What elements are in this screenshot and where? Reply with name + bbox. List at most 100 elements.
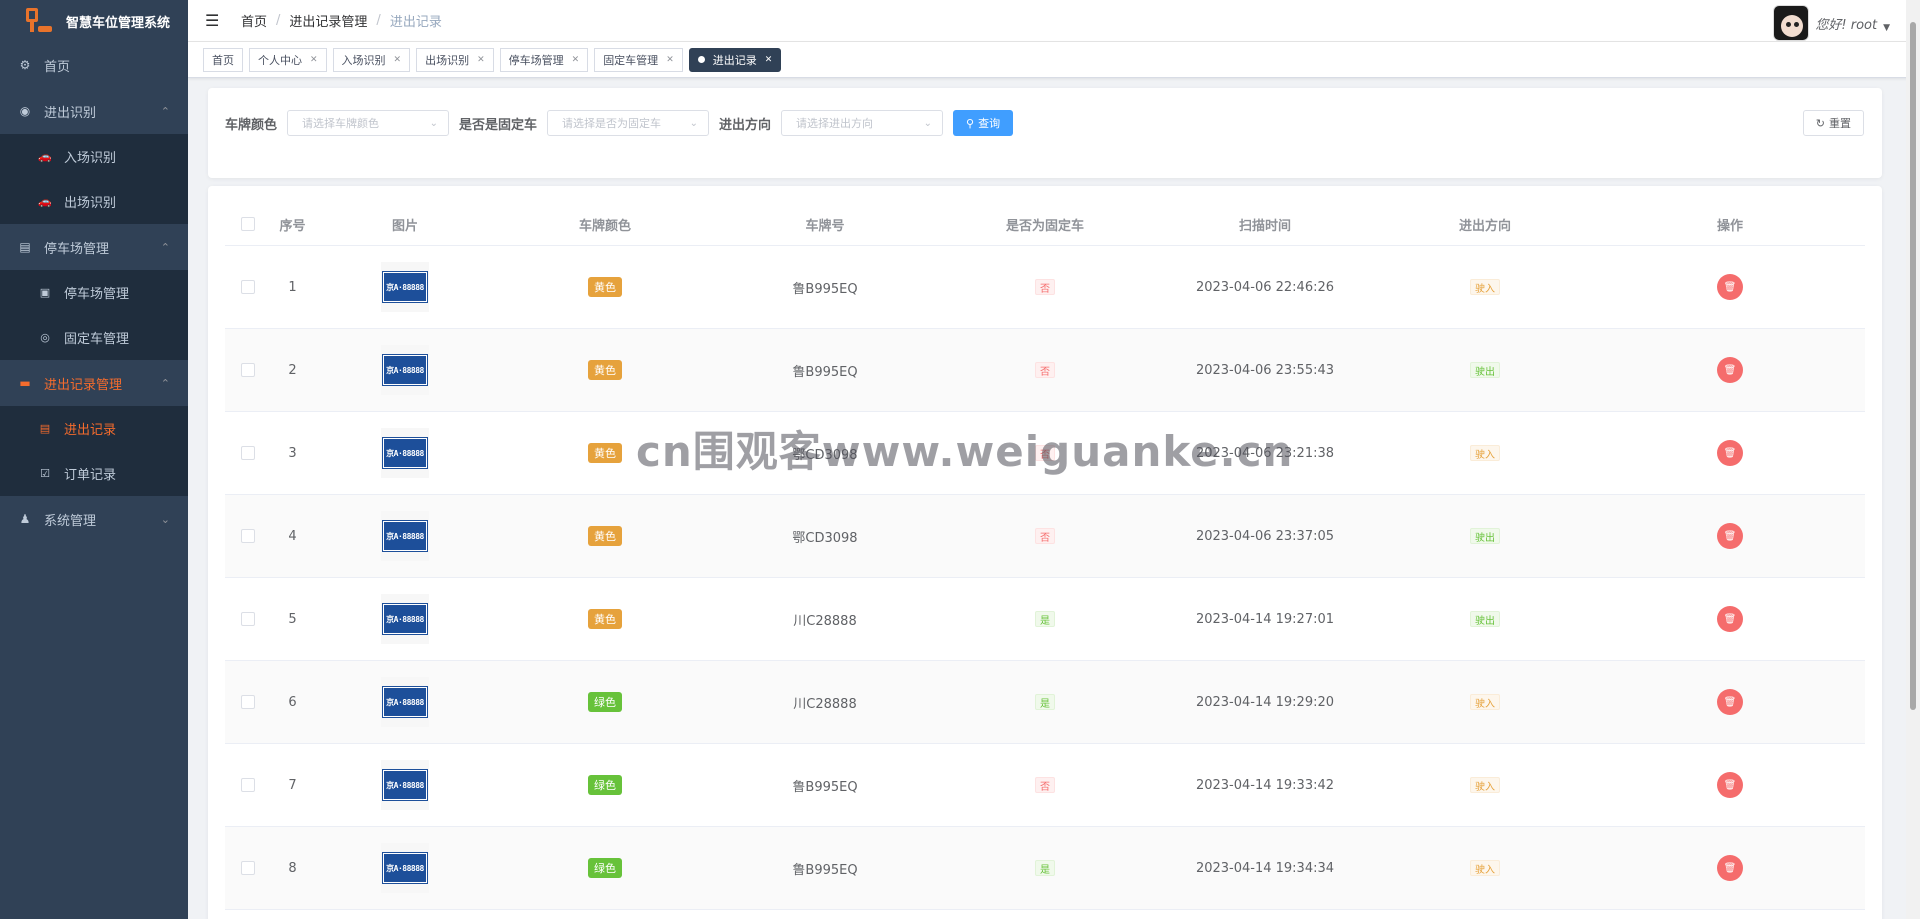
sidebar-item-label: 进出识别: [44, 105, 97, 121]
row-checkbox[interactable]: [240, 446, 255, 460]
scrollbar[interactable]: [1906, 0, 1920, 919]
table-row: 1 京A·88888 黄色 鲁B995EQ 否 2023-04-06 22:46:26 驶入…: [225, 246, 1865, 329]
row-checkbox[interactable]: [240, 363, 255, 377]
plate-image[interactable]: 京A·88888: [381, 843, 429, 893]
sidebar-item-system[interactable]: ♟ 系统管理 ⌄: [0, 496, 188, 542]
plate-image[interactable]: 京A·88888: [381, 760, 429, 810]
tab-label: 进出记录: [712, 53, 757, 67]
close-icon[interactable]: ✕: [572, 55, 580, 65]
plate-color-badge: 黄色: [588, 526, 622, 546]
delete-button[interactable]: 🗑: [1717, 855, 1743, 881]
breadcrumb-current: 进出记录: [389, 15, 442, 30]
tab-label: 停车场管理: [508, 53, 564, 67]
row-index: 4: [288, 528, 297, 544]
delete-button[interactable]: 🗑: [1717, 606, 1743, 632]
tab-profile[interactable]: 个人中心 ✕: [249, 47, 327, 72]
plate-color-select[interactable]: 请选择车牌颜色 ⌄: [287, 110, 450, 136]
row-checkbox[interactable]: [240, 529, 255, 543]
trash-icon: 🗑: [1723, 613, 1737, 625]
sidebar-item-recognition[interactable]: ◉ 进出识别 ⌃: [0, 88, 188, 134]
list-icon: ▤: [39, 422, 51, 435]
table-row: 5 京A·88888 黄色 川C28888 是 2023-04-14 19:27:01 驶出…: [225, 578, 1865, 661]
sidebar-item-entry-recognition[interactable]: 🚗 入场识别: [0, 134, 188, 179]
close-icon[interactable]: ✕: [666, 55, 674, 65]
sidebar-item-parking-lot[interactable]: ▣ 停车场管理: [0, 270, 188, 315]
plate-image-text: 京A·88888: [382, 437, 428, 469]
delete-button[interactable]: 🗑: [1717, 523, 1743, 549]
tab-access-records[interactable]: 进出记录 ✕: [688, 47, 782, 72]
close-icon[interactable]: ✕: [394, 55, 402, 65]
breadcrumb-records-management[interactable]: 进出记录管理: [289, 11, 367, 30]
row-index: 3: [288, 445, 297, 461]
sidebar: 智慧车位管理系统 ⚙ 首页 ◉ 进出识别 ⌃ 🚗 入场识别 🚗 出场识别 ▤ 停…: [0, 0, 188, 919]
direction-tag: 驶出: [1470, 528, 1500, 544]
sidebar-item-access-records[interactable]: ▤ 进出记录: [0, 406, 188, 451]
direction-tag: 驶出: [1470, 611, 1500, 627]
active-dot-icon: [697, 56, 705, 63]
delete-button[interactable]: 🗑: [1717, 274, 1743, 300]
fixed-car-select[interactable]: 请选择是否为固定车 ⌄: [547, 110, 710, 136]
direction-tag: 驶入: [1470, 860, 1500, 876]
tab-exit-recognition[interactable]: 出场识别 ✕: [416, 47, 494, 72]
hamburger-icon[interactable]: ☰: [205, 11, 221, 30]
sidebar-item-home[interactable]: ⚙ 首页: [0, 42, 188, 88]
chevron-up-icon: ⌃: [160, 104, 170, 118]
delete-button[interactable]: 🗑: [1717, 772, 1743, 798]
parking-icon: ▣: [39, 286, 51, 299]
sidebar-item-exit-recognition[interactable]: 🚗 出场识别: [0, 179, 188, 224]
row-checkbox[interactable]: [240, 280, 255, 294]
tab-fixed-car[interactable]: 固定车管理 ✕: [594, 47, 683, 72]
tab-entry-recognition[interactable]: 入场识别 ✕: [332, 47, 411, 72]
chevron-down-icon: ⌄: [429, 117, 439, 129]
plate-image[interactable]: 京A·88888: [381, 345, 429, 395]
caret-down-icon[interactable]: ▼: [1883, 23, 1890, 33]
row-checkbox[interactable]: [240, 861, 255, 875]
breadcrumb-home[interactable]: 首页: [241, 11, 267, 30]
row-index: 5: [288, 611, 297, 627]
plate-image[interactable]: 京A·88888: [381, 511, 429, 561]
fixed-car-tag: 是: [1035, 694, 1055, 710]
scan-time: 2023-04-06 23:55:43: [1195, 362, 1335, 378]
avatar[interactable]: [1773, 5, 1810, 41]
watermark: cn围观客www.weiguanke.cn: [636, 427, 1294, 476]
target-icon: ◎: [40, 331, 50, 344]
plate-image[interactable]: 京A·88888: [381, 262, 429, 312]
tab-parking-management[interactable]: 停车场管理 ✕: [499, 47, 589, 72]
row-checkbox[interactable]: [240, 778, 255, 792]
scrollbar-thumb[interactable]: [1910, 22, 1916, 710]
plate-image[interactable]: 京A·88888: [381, 677, 429, 727]
sidebar-menu: ⚙ 首页 ◉ 进出识别 ⌃ 🚗 入场识别 🚗 出场识别 ▤ 停车场管理 ⌃ ▣ …: [0, 42, 188, 542]
plate-image[interactable]: 京A·88888: [381, 594, 429, 644]
user-menu[interactable]: 您好! root ▼: [1773, 5, 1890, 41]
sidebar-item-order-records[interactable]: ☑ 订单记录: [0, 451, 188, 496]
close-icon[interactable]: ✕: [310, 55, 318, 65]
query-button[interactable]: ⚲ 查询: [953, 110, 1014, 136]
plate-image[interactable]: 京A·88888: [381, 428, 429, 478]
delete-button[interactable]: 🗑: [1717, 357, 1743, 383]
sidebar-item-fixed-car[interactable]: ◎ 固定车管理: [0, 315, 188, 360]
plate-image-text: 京A·88888: [382, 520, 428, 552]
close-icon[interactable]: ✕: [477, 55, 485, 65]
sidebar-item-label: 进出记录管理: [44, 377, 123, 393]
column-header: 进出方向: [1458, 218, 1511, 234]
plate-number: 鲁B995EQ: [792, 364, 858, 380]
select-all-checkbox[interactable]: [240, 217, 255, 231]
plate-color-badge: 黄色: [588, 443, 622, 463]
row-checkbox[interactable]: [240, 612, 255, 626]
plate-image-text: 京A·88888: [382, 686, 428, 718]
sidebar-item-label: 进出记录: [64, 423, 117, 438]
reset-button[interactable]: ↻ 重置: [1802, 110, 1864, 136]
direction-select[interactable]: 请选择进出方向 ⌄: [781, 110, 944, 136]
app-title: 智慧车位管理系统: [66, 15, 171, 31]
tab-home[interactable]: 首页: [203, 47, 243, 72]
close-icon[interactable]: ✕: [765, 55, 773, 65]
delete-button[interactable]: 🗑: [1717, 689, 1743, 715]
breadcrumb-separator: /: [276, 13, 281, 28]
sidebar-item-parking-management[interactable]: ▤ 停车场管理 ⌃: [0, 224, 188, 270]
sidebar-item-records-management[interactable]: ▬ 进出记录管理 ⌃: [0, 360, 188, 406]
camera-icon: ◉: [19, 104, 31, 118]
table-row: 8 京A·88888 绿色 鲁B995EQ 是 2023-04-14 19:34:34 驶入…: [225, 827, 1865, 910]
delete-button[interactable]: 🗑: [1717, 440, 1743, 466]
row-checkbox[interactable]: [240, 695, 255, 709]
plate-color-badge: 黄色: [588, 609, 622, 629]
